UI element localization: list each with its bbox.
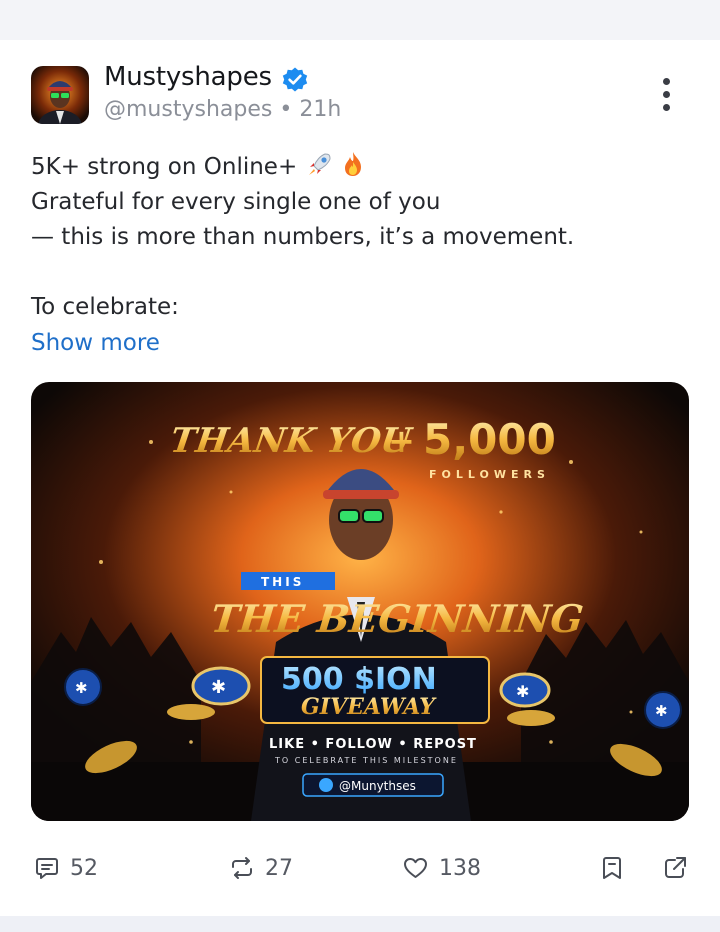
svg-text:✱: ✱ bbox=[75, 679, 88, 697]
rocket-emoji bbox=[308, 153, 331, 175]
post-line: 5K+ strong on Online+ bbox=[31, 150, 691, 185]
more-options-icon[interactable] bbox=[653, 78, 679, 114]
ion-coin-edge-right: ✱ bbox=[644, 691, 682, 729]
comment-button[interactable]: 52 bbox=[34, 848, 98, 888]
ion-coin-right: ✱ bbox=[499, 672, 551, 708]
bookmark-icon bbox=[603, 857, 621, 879]
bookmark-button[interactable] bbox=[600, 848, 624, 888]
share-button[interactable] bbox=[662, 848, 688, 888]
separator-dot: • bbox=[279, 97, 293, 122]
image-this: THIS bbox=[261, 575, 304, 589]
author-handle[interactable]: @mustyshapes bbox=[104, 97, 272, 122]
post-line-blank bbox=[31, 255, 691, 290]
post-text: 5K+ strong on Online+ Grateful for every… bbox=[31, 150, 691, 325]
repost-count: 27 bbox=[265, 855, 293, 881]
ion-coin-left: ✱ bbox=[191, 666, 251, 706]
image-plus: + bbox=[388, 422, 415, 460]
image-followers: FOLLOWERS bbox=[429, 468, 550, 481]
share-icon bbox=[665, 857, 686, 878]
fire-emoji bbox=[344, 152, 361, 176]
action-bar: 52 27 138 bbox=[0, 848, 720, 888]
feed-divider bbox=[0, 916, 720, 932]
post-line: To celebrate: bbox=[31, 294, 179, 320]
verified-badge-icon bbox=[282, 67, 308, 92]
image-beginning: THE BEGINNING bbox=[209, 596, 586, 641]
author-name[interactable]: Mustyshapes bbox=[104, 62, 272, 92]
show-more-link[interactable]: Show more bbox=[31, 330, 160, 356]
image-tag: @Munythses bbox=[339, 779, 416, 793]
svg-text:✱: ✱ bbox=[655, 702, 668, 720]
image-subtitle: TO CELEBRATE THIS MILESTONE bbox=[274, 756, 458, 765]
comment-count: 52 bbox=[70, 855, 98, 881]
svg-text:✱: ✱ bbox=[516, 682, 529, 701]
post-card: Mustyshapes @mustyshapes • 21h 5K+ stron… bbox=[0, 40, 720, 916]
svg-text:✱: ✱ bbox=[211, 677, 226, 698]
post-line: — this is more than numbers, it’s a move… bbox=[31, 224, 575, 250]
post-image[interactable]: THANK YOU + 5,000 FOLLOWERS THIS THE BEG… bbox=[31, 382, 689, 821]
image-amount: 500 $ION bbox=[281, 662, 437, 697]
like-count: 138 bbox=[439, 855, 481, 881]
comment-icon bbox=[36, 858, 58, 879]
image-count: 5,000 bbox=[423, 415, 556, 464]
post-line: Grateful for every single one of you bbox=[31, 189, 441, 215]
image-giveaway: GIVEAWAY bbox=[301, 694, 437, 720]
heart-icon bbox=[404, 858, 427, 878]
ion-coin-edge-left: ✱ bbox=[64, 668, 102, 706]
like-button[interactable]: 138 bbox=[402, 848, 481, 888]
image-cta: LIKE • FOLLOW • REPOST bbox=[269, 737, 477, 752]
avatar[interactable] bbox=[31, 66, 89, 124]
post-time: 21h bbox=[299, 97, 342, 122]
image-thank-you: THANK YOU bbox=[168, 421, 416, 461]
repost-icon bbox=[232, 857, 252, 879]
handle-time: @mustyshapes • 21h bbox=[104, 97, 341, 122]
repost-button[interactable]: 27 bbox=[229, 848, 293, 888]
